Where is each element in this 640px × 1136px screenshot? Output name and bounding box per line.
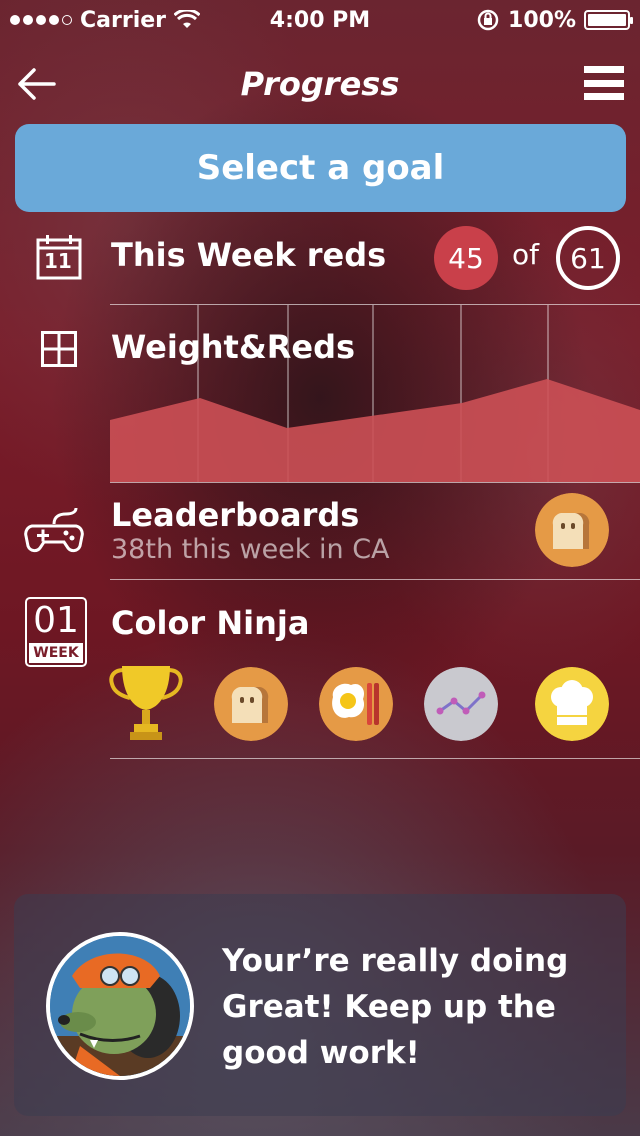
bread-icon [535,493,609,567]
weight-reds-chart [110,305,640,482]
status-bar: Carrier 4:00 PM 100% [0,0,640,40]
signal-strength-icon [10,15,72,25]
battery-icon [584,10,633,30]
arrow-left-icon[interactable] [16,64,56,104]
reds-total-badge: 61 [556,226,620,290]
of-label: of [512,238,539,271]
calendar-day: 11 [44,249,72,273]
rotation-lock-icon [477,9,499,31]
hamburger-menu-icon[interactable] [584,66,624,100]
encouragement-message: Your’re really doing Great! Keep up the … [222,943,569,1071]
week-badge: 01 WEEK [25,597,87,667]
reds-current-badge: 45 [434,226,498,290]
chef-hat-icon [535,667,609,741]
leaderboards-title: Leaderboards [111,496,360,534]
grid-icon [41,331,77,367]
gamepad-icon [24,508,84,553]
wifi-icon [174,10,201,28]
leaderboards-subtitle: 38th this week in CA [111,534,390,565]
status-right: 100% [476,7,633,33]
cartoon-dog-avatar [46,932,194,1080]
bread-icon [214,667,288,741]
status-left: Carrier [10,7,201,33]
week-label: WEEK [29,643,83,663]
this-week-title: This Week reds [111,236,387,274]
status-time: 4:00 PM [269,7,371,33]
battery-percent: 100% [508,7,576,33]
select-goal-button[interactable]: Select a goal [15,124,626,212]
divider [110,758,640,759]
line-graph-icon [424,667,498,741]
nav-bar: Progress [0,56,640,112]
week-number: 01 [33,600,79,641]
carrier-label: Carrier [80,7,167,33]
divider [110,579,640,580]
chart-area-series [110,379,640,482]
egg-bacon-icon [319,667,393,741]
divider [110,482,640,483]
color-ninja-title: Color Ninja [111,604,310,642]
page-title: Progress [240,65,400,103]
trophy-icon [109,666,183,740]
